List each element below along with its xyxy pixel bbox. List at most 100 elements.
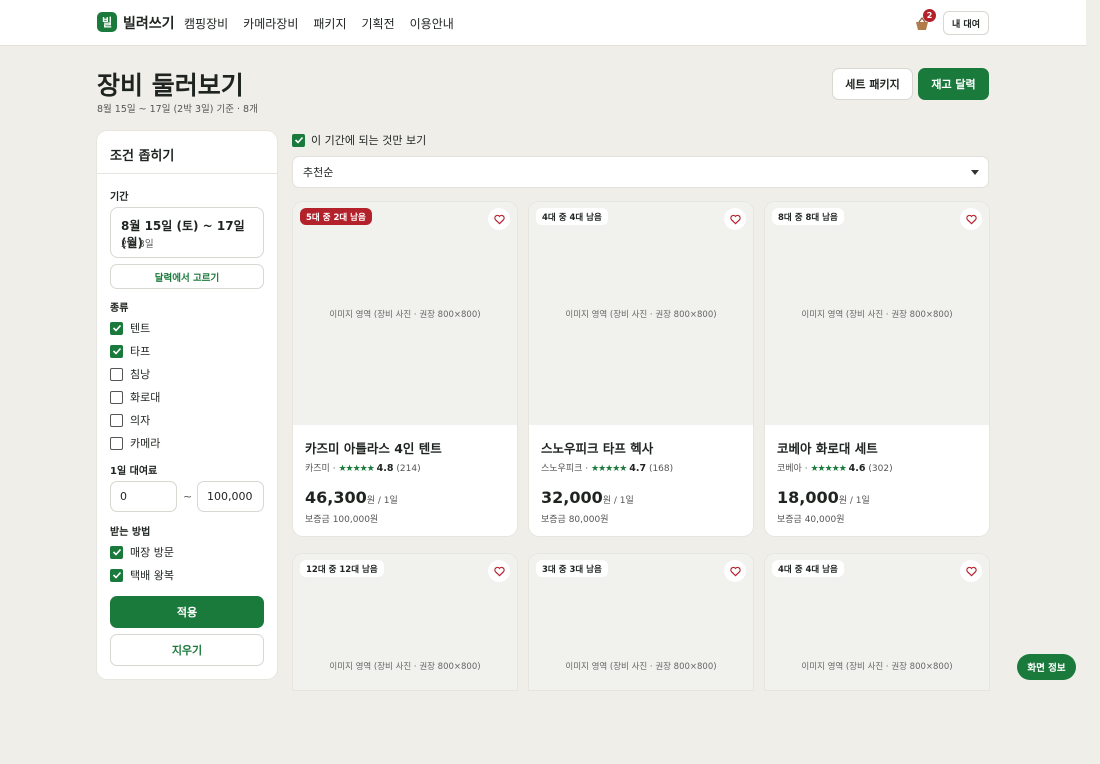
product-name[interactable]: 코베아 화로대 세트 — [777, 438, 878, 457]
product-meta: 스노우피크 · ★★★★★ 4.7 (168) — [541, 463, 674, 474]
stock-badge: 3대 중 3대 남음 — [536, 560, 608, 577]
checkbox-label: 화로대 — [130, 391, 161, 404]
nav-item-guide[interactable]: 이용안내 — [410, 15, 454, 32]
checkbox-label: 침낭 — [130, 368, 151, 381]
heart-icon — [729, 566, 741, 576]
check-icon — [112, 548, 121, 556]
star-rating-icon: ★★★★★ — [810, 464, 846, 474]
price-min-input[interactable]: 0 — [110, 481, 177, 512]
checkbox[interactable] — [110, 545, 123, 559]
main-nav: 캠핑장비 카메라장비 패키지 기획전 이용안내 — [184, 15, 454, 32]
product-image: 이미지 영역 (장비 사진 · 권장 800×800) — [293, 202, 517, 425]
cart-button[interactable]: 2 — [913, 9, 937, 35]
rating-value: 4.8 — [376, 463, 394, 474]
cart-count-badge: 2 — [923, 9, 936, 22]
product-deposit: 보증금 40,000원 — [777, 515, 845, 525]
sort-select[interactable]: 추천순 — [292, 156, 989, 188]
divider — [97, 173, 277, 174]
review-count: (302) — [868, 464, 893, 474]
set-package-button[interactable]: 세트 패키지 — [832, 68, 913, 100]
favorite-button[interactable] — [724, 208, 746, 230]
favorite-button[interactable] — [488, 560, 510, 582]
date-duration: 2박 3일 — [121, 239, 154, 250]
price-value: 18,000 — [777, 488, 839, 507]
nav-item-package[interactable]: 패키지 — [313, 15, 346, 32]
clear-button[interactable]: 지우기 — [110, 634, 264, 666]
price-value: 32,000 — [541, 488, 603, 507]
receive-delivery[interactable]: 택배 왕복 — [110, 567, 174, 583]
checkbox[interactable] — [110, 436, 123, 450]
filter-title: 조건 좁히기 — [110, 149, 175, 164]
product-price: 32,000원 / 1일 — [541, 488, 634, 507]
heart-icon — [493, 566, 505, 576]
brand-name[interactable]: 빌려쓰기 — [123, 13, 175, 33]
favorite-button[interactable] — [960, 560, 982, 582]
logo-icon[interactable]: 빌 — [97, 12, 117, 32]
favorite-button[interactable] — [960, 208, 982, 230]
checkbox[interactable] — [110, 568, 123, 582]
rating-value: 4.7 — [629, 463, 647, 474]
stock-calendar-button[interactable]: 재고 달력 — [918, 68, 989, 100]
price-value: 46,300 — [305, 488, 367, 507]
apply-button[interactable]: 적용 — [110, 596, 264, 628]
product-card[interactable]: 이미지 영역 (장비 사진 · 권장 800×800) 8대 중 8대 남음 코… — [765, 202, 989, 536]
category-brazier[interactable]: 화로대 — [110, 389, 160, 405]
category-sleeping-bag[interactable]: 침낭 — [110, 366, 150, 382]
category-camera[interactable]: 카메라 — [110, 435, 160, 451]
rating-value: 4.6 — [848, 463, 866, 474]
heart-icon — [965, 214, 977, 224]
review-count: (214) — [396, 464, 421, 474]
checkbox[interactable] — [110, 344, 123, 358]
product-card[interactable]: 이미지 영역 (장비 사진 · 권장 800×800) 3대 중 3대 남음 — [529, 554, 753, 690]
product-brand: 카즈미 — [305, 464, 330, 474]
heart-icon — [493, 214, 505, 224]
heart-icon — [729, 214, 741, 224]
stock-badge: 8대 중 8대 남음 — [772, 208, 844, 225]
date-range-field[interactable]: 8월 15일 (토) ~ 17일 (월) 2박 3일 — [110, 207, 264, 258]
checkbox-label: 텐트 — [130, 322, 151, 335]
nav-item-exhibition[interactable]: 기획전 — [362, 15, 395, 32]
nav-item-camping[interactable]: 캠핑장비 — [184, 15, 228, 32]
screen-info-button[interactable]: 화면 정보 — [1017, 654, 1076, 680]
checkbox-label: 의자 — [130, 414, 151, 427]
checkbox-label: 타프 — [130, 345, 151, 358]
checkbox[interactable] — [110, 390, 123, 404]
period-label: 기간 — [110, 192, 129, 203]
product-name[interactable]: 스노우피크 타프 헥사 — [541, 438, 653, 457]
checkbox[interactable] — [110, 321, 123, 335]
checkbox[interactable] — [110, 367, 123, 381]
receive-store-visit[interactable]: 매장 방문 — [110, 544, 174, 560]
price-unit: 원 / 1일 — [602, 496, 634, 506]
pick-from-calendar-button[interactable]: 달력에서 고르기 — [110, 264, 264, 289]
product-card[interactable]: 이미지 영역 (장비 사진 · 권장 800×800) 5대 중 2대 남음 카… — [293, 202, 517, 536]
price-label: 1일 대여료 — [110, 466, 158, 477]
favorite-button[interactable] — [724, 560, 746, 582]
category-label: 종류 — [110, 303, 129, 314]
checkbox-label: 매장 방문 — [130, 546, 174, 559]
product-card[interactable]: 이미지 영역 (장비 사진 · 권장 800×800) 4대 중 4대 남음 — [765, 554, 989, 690]
page-title: 장비 둘러보기 — [97, 71, 244, 100]
product-card[interactable]: 이미지 영역 (장비 사진 · 권장 800×800) 12대 중 12대 남음 — [293, 554, 517, 690]
star-rating-icon: ★★★★★ — [591, 464, 627, 474]
product-name[interactable]: 카즈미 아틀라스 4인 텐트 — [305, 438, 442, 457]
checkbox[interactable] — [110, 413, 123, 427]
my-rental-button[interactable]: 내 대여 — [943, 11, 989, 35]
checkbox[interactable] — [292, 133, 305, 147]
nav-item-camera[interactable]: 카메라장비 — [243, 15, 298, 32]
page-subtitle: 8월 15일 ~ 17일 (2박 3일) 기준 · 8개 — [97, 104, 258, 115]
price-max-input[interactable]: 100,000 — [197, 481, 264, 512]
check-icon — [112, 347, 121, 355]
stock-badge: 4대 중 4대 남음 — [536, 208, 608, 225]
star-rating-icon: ★★★★★ — [338, 464, 374, 474]
receive-label: 받는 방법 — [110, 527, 151, 538]
review-count: (168) — [648, 464, 674, 474]
favorite-button[interactable] — [488, 208, 510, 230]
available-only-toggle[interactable]: 이 기간에 되는 것만 보기 — [292, 132, 426, 148]
product-card[interactable]: 이미지 영역 (장비 사진 · 권장 800×800) 4대 중 4대 남음 스… — [529, 202, 753, 536]
category-tent[interactable]: 텐트 — [110, 320, 150, 336]
stock-badge: 5대 중 2대 남음 — [300, 208, 372, 225]
category-tarp[interactable]: 타프 — [110, 343, 150, 359]
category-chair[interactable]: 의자 — [110, 412, 150, 428]
product-brand: 코베아 — [777, 464, 802, 474]
sort-selected: 추천순 — [303, 166, 334, 179]
